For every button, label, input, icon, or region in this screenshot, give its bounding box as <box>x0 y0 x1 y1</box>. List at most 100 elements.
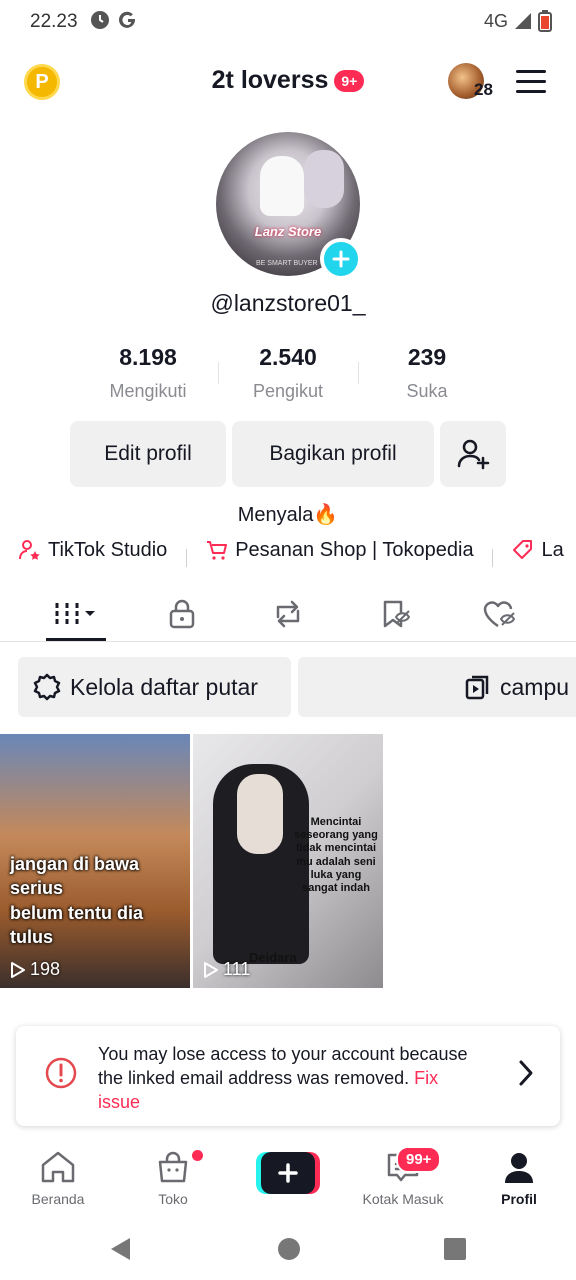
home-circle-icon[interactable] <box>274 1234 304 1264</box>
account-switcher[interactable]: 2t loverss 9+ <box>212 66 365 95</box>
stat-label: Pengikut <box>252 381 324 401</box>
video-thumbnail[interactable]: Mencintai seseorang yang tidak mencintai… <box>193 734 383 988</box>
plus-icon <box>278 1163 298 1183</box>
nav-label: Profil <box>501 1191 537 1207</box>
edit-profile-button[interactable]: Edit profil <box>70 421 226 487</box>
nav-label: Kotak Masuk <box>362 1191 444 1207</box>
chip-label: Kelola daftar putar <box>70 673 258 700</box>
compilation-icon <box>465 675 489 700</box>
content-tabs <box>0 588 576 642</box>
back-icon[interactable] <box>106 1234 136 1264</box>
video-views: 111 <box>203 959 250 980</box>
alert-icon <box>45 1057 77 1089</box>
video-quote: Mencintai seseorang yang tidak mencintai… <box>294 816 378 894</box>
liked-icon <box>483 601 516 628</box>
warning-message: You may lose access to your account beca… <box>98 1044 468 1088</box>
active-tab-indicator <box>46 638 106 641</box>
profile-bio: Menyala🔥 <box>237 504 339 526</box>
stat-following[interactable]: 8.198 Mengikuti <box>78 344 218 402</box>
stat-likes[interactable]: 239 Suka <box>357 344 497 402</box>
avatar-figure-right <box>304 150 344 208</box>
repost-icon <box>276 600 300 628</box>
video-views: 198 <box>10 959 60 980</box>
gear-icon <box>33 673 61 701</box>
link-tiktok-studio[interactable]: TikTok Studio <box>18 538 167 562</box>
clock-status-icon <box>91 11 109 29</box>
manage-playlist-button[interactable]: Kelola daftar putar <box>18 657 291 717</box>
avatar-figure-left <box>260 156 304 216</box>
play-icon <box>11 961 25 978</box>
inbox-badge: 99+ <box>396 1146 442 1173</box>
account-warning-banner[interactable]: You may lose access to your account beca… <box>16 1026 560 1126</box>
stat-value: 8.198 <box>119 344 177 370</box>
tag-icon <box>513 540 533 559</box>
add-person-icon <box>457 439 490 470</box>
compilation-button[interactable]: campu <box>298 657 576 717</box>
video-grid: jangan di bawa serius belum tentu dia tu… <box>0 734 576 988</box>
network-type: 4G <box>483 10 508 31</box>
link-label: Pesanan Shop | Tokopedia <box>235 538 474 561</box>
chip-label: campu <box>500 673 570 700</box>
tab-liked[interactable] <box>470 594 530 634</box>
status-bar: 22.23 4G <box>0 0 576 44</box>
signal-icon <box>515 13 531 29</box>
system-navigation <box>0 1224 576 1280</box>
nav-shop[interactable]: Toko <box>118 1150 228 1207</box>
link-divider <box>492 548 494 567</box>
add-friend-button[interactable] <box>440 421 506 487</box>
nav-home[interactable]: Beranda <box>3 1150 113 1207</box>
battery-icon <box>538 10 552 32</box>
lock-icon <box>169 599 195 629</box>
nav-profile[interactable]: Profil <box>464 1150 574 1207</box>
profile-links: TikTok Studio Pesanan Shop | Tokopedia L… <box>18 538 576 568</box>
play-icon <box>204 961 218 978</box>
stat-value: 2.540 <box>259 344 317 370</box>
username: @lanzstore01_ <box>210 290 366 316</box>
stat-label: Suka <box>406 381 448 401</box>
video-name: Deidara <box>249 950 297 965</box>
stat-followers[interactable]: 2.540 Pengikut <box>218 344 358 402</box>
title-badge: 9+ <box>334 69 365 92</box>
nav-label: Toko <box>158 1191 188 1207</box>
recents-icon[interactable] <box>440 1234 470 1264</box>
add-story-button[interactable] <box>320 238 362 280</box>
plus-icon <box>332 250 350 268</box>
warning-text: You may lose access to your account beca… <box>98 1042 478 1114</box>
profile-header: P 2t loverss 9+ 28 <box>0 50 576 116</box>
tab-saved[interactable] <box>366 594 426 634</box>
video-face <box>237 774 283 854</box>
tab-videos[interactable] <box>46 594 106 634</box>
chevron-right-icon[interactable] <box>516 1058 536 1088</box>
profile-icon <box>505 1153 533 1183</box>
google-status-icon <box>119 11 135 28</box>
avatar-logo-text: Lanz Store <box>254 224 322 239</box>
tab-private[interactable] <box>152 594 212 634</box>
tab-reposts[interactable] <box>258 594 318 634</box>
video-thumbnail[interactable]: jangan di bawa serius belum tentu dia tu… <box>0 734 190 988</box>
avatar-logo-subtext: BE SMART BUYER <box>256 260 318 267</box>
link-label: TikTok Studio <box>48 538 168 561</box>
link-shop-orders[interactable]: Pesanan Shop | Tokopedia <box>205 538 474 562</box>
page-title: 2t loverss <box>211 66 329 94</box>
caption-line: belum tentu dia tulus <box>10 902 144 947</box>
bookmark-icon <box>383 600 411 628</box>
nav-label: Beranda <box>31 1191 85 1207</box>
share-profile-button[interactable]: Bagikan profil <box>232 421 434 487</box>
friends-count: 28 <box>474 80 493 99</box>
shop-notification-dot <box>192 1150 203 1161</box>
cart-icon <box>207 541 228 560</box>
playlist-chips: Kelola daftar putar campu <box>18 657 576 717</box>
create-button[interactable] <box>256 1152 320 1194</box>
video-caption: jangan di bawa serius belum tentu dia tu… <box>10 852 188 949</box>
bottom-nav: Beranda Toko Kotak Masuk 99+ Profil <box>0 1140 576 1224</box>
stat-label: Mengikuti <box>109 381 187 401</box>
stat-value: 239 <box>407 344 447 370</box>
view-count: 111 <box>223 959 251 979</box>
person-star-icon <box>19 540 40 560</box>
status-time: 22.23 <box>30 11 78 32</box>
menu-icon[interactable] <box>516 70 546 94</box>
link-divider <box>185 548 187 567</box>
link-more[interactable]: La <box>511 538 564 562</box>
status-right: 4G <box>484 10 552 32</box>
profile-actions: Edit profil Bagikan profil <box>0 421 576 487</box>
